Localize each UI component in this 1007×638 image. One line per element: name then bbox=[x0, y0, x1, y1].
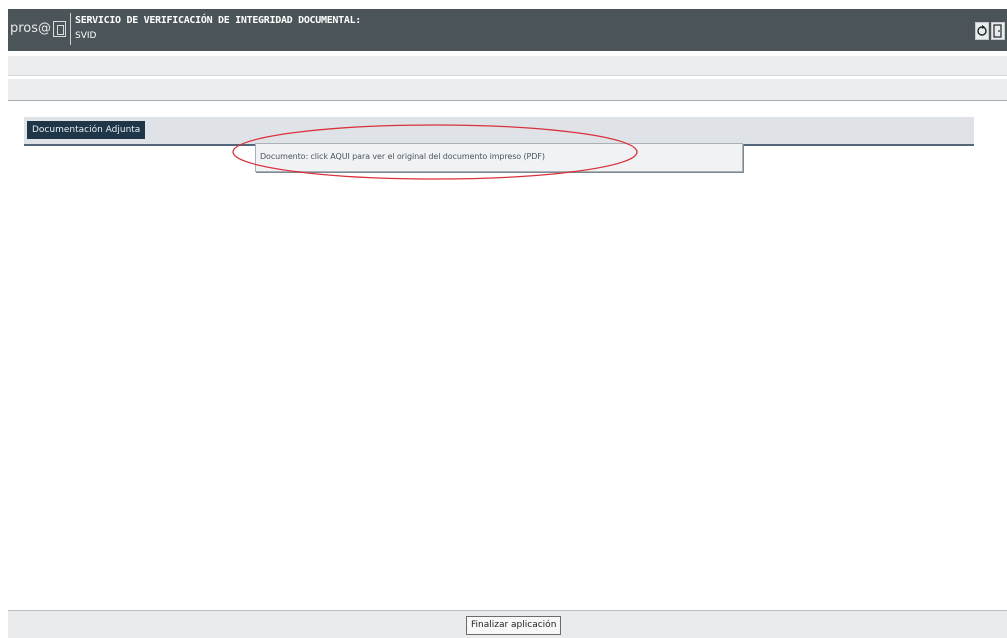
app-title: SERVICIO DE VERIFICACIÓN DE INTEGRIDAD D… bbox=[75, 15, 362, 26]
app-subtitle: SVID bbox=[75, 31, 97, 41]
exit-door-icon[interactable] bbox=[991, 22, 1005, 40]
navigation-bar bbox=[8, 79, 1007, 101]
refresh-icon[interactable] bbox=[975, 22, 989, 40]
tab-documentacion-adjunta[interactable]: Documentación Adjunta bbox=[27, 121, 146, 139]
attachment-dropdown: Documento: click AQUI para ver el origin… bbox=[255, 143, 743, 172]
footer-bar: Finalizar aplicación bbox=[8, 610, 1007, 638]
dropdown-item-pdf-link[interactable]: Documento: click AQUI para ver el origin… bbox=[260, 152, 545, 161]
prosa-logo: pros@ bbox=[10, 21, 52, 36]
tab-strip: Documentación Adjunta bbox=[24, 117, 974, 146]
header-divider bbox=[70, 13, 71, 45]
finish-application-button[interactable]: Finalizar aplicación bbox=[466, 616, 562, 635]
prosa-logo-icon bbox=[53, 21, 66, 37]
app-header: pros@ SERVICIO DE VERIFICACIÓN DE INTEGR… bbox=[8, 9, 1007, 51]
toolbar-bar bbox=[8, 56, 1007, 76]
